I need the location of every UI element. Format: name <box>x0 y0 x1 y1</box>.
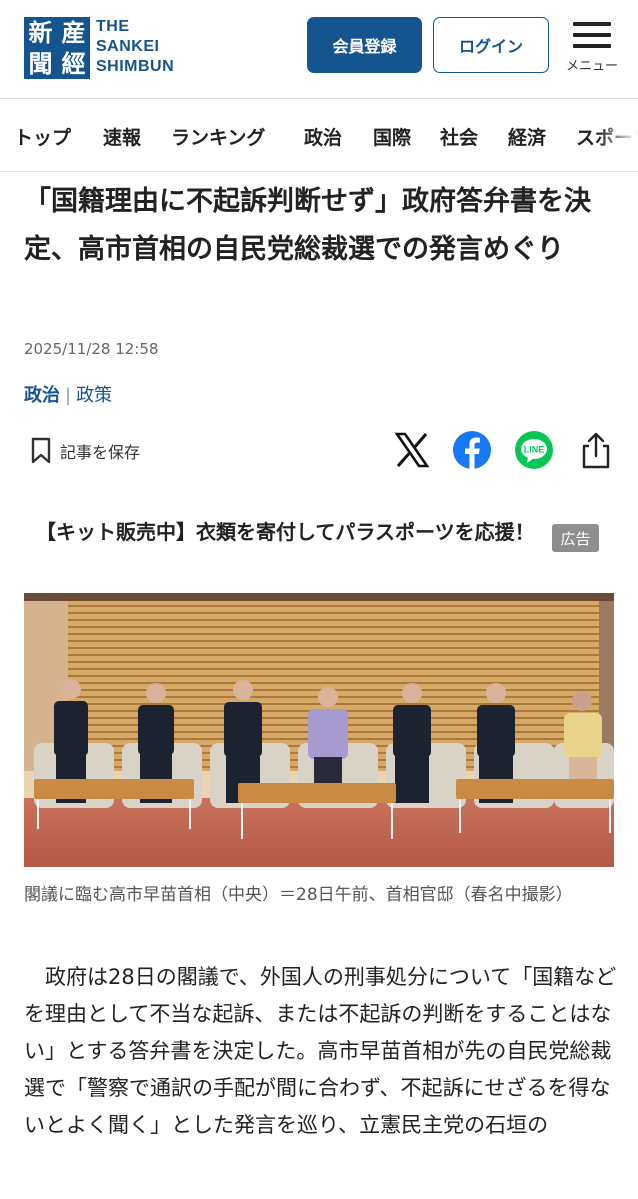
line-share-button[interactable]: LINE <box>514 430 554 470</box>
nav-item-ranking[interactable]: ランキング <box>171 123 265 150</box>
nav-item-breaking[interactable]: 速報 <box>103 123 141 150</box>
hamburger-icon-bar <box>573 44 611 48</box>
line-badge-text: LINE <box>524 445 545 455</box>
bookmark-icon <box>31 437 51 464</box>
x-share-button[interactable] <box>392 430 432 470</box>
register-button[interactable]: 会員登録 <box>307 17 422 73</box>
logo-wordmark[interactable]: THE SANKEI SHIMBUN <box>96 17 174 77</box>
share-button[interactable] <box>576 430 616 470</box>
logo-kanji-2: 經 <box>61 49 86 78</box>
hamburger-icon <box>573 22 611 26</box>
line-icon: LINE <box>515 431 553 469</box>
article-date: 2025/11/28 12:58 <box>24 340 159 358</box>
article-body: 政府は28日の閣議で、外国人の刑事処分について「国籍などを理由として不当な起訴、… <box>24 965 617 1137</box>
cabinet-photo-illustration <box>24 593 614 867</box>
menu-button[interactable]: メニュー <box>560 22 624 80</box>
nav-item-international[interactable]: 国際 <box>373 123 411 150</box>
category-nav: トップ 速報 ランキング 政治 国際 社会 経済 スポーツ <box>0 99 638 172</box>
ad-headline[interactable]: 【キット販売中】衣類を寄付してパラスポーツを応援！ <box>36 517 536 547</box>
login-button[interactable]: ログイン <box>433 17 549 73</box>
logo-line-1: THE <box>96 18 130 35</box>
ad-badge: 広告 <box>552 524 599 552</box>
facebook-share-button[interactable] <box>452 430 492 470</box>
nav-fade <box>598 99 638 171</box>
nav-item-top[interactable]: トップ <box>14 123 71 150</box>
logo-kanji-3: 聞 <box>28 49 53 78</box>
category-separator: | <box>65 385 72 406</box>
site-header: 新 産 聞 經 THE SANKEI SHIMBUN 会員登録 ログイン メニュ… <box>0 0 638 99</box>
logo-line-2: SANKEI <box>96 38 160 55</box>
nav-item-society[interactable]: 社会 <box>440 123 478 150</box>
menu-label: メニュー <box>565 59 618 74</box>
category-politics-link[interactable]: 政治 <box>24 385 60 406</box>
photo-caption: 閣議に臨む高市早苗首相（中央）＝28日午前、首相官邸（春名中撮影） <box>24 885 573 905</box>
nav-item-economy[interactable]: 経済 <box>508 123 546 150</box>
article-title: 「国籍理由に不起訴判断せず」政府答弁書を決定、高市首相の自民党総裁選での発言めぐ… <box>24 186 591 265</box>
nav-item-politics[interactable]: 政治 <box>304 123 342 150</box>
article-photo[interactable] <box>24 593 614 867</box>
share-icon <box>582 432 610 469</box>
logo-line-3: SHIMBUN <box>96 58 175 75</box>
save-article-label: 記事を保存 <box>60 443 141 462</box>
logo-kanji-0: 産 <box>61 18 86 47</box>
facebook-icon <box>453 431 491 469</box>
x-icon <box>394 432 430 468</box>
save-article-button[interactable]: 記事を保存 <box>30 437 140 465</box>
category-policy-link[interactable]: 政策 <box>76 385 112 406</box>
hamburger-icon-bar <box>573 33 611 37</box>
sankei-logo[interactable]: 新 産 聞 經 <box>24 17 90 79</box>
article-categories: 政治 | 政策 <box>24 381 112 407</box>
logo-kanji-1: 新 <box>28 18 53 47</box>
